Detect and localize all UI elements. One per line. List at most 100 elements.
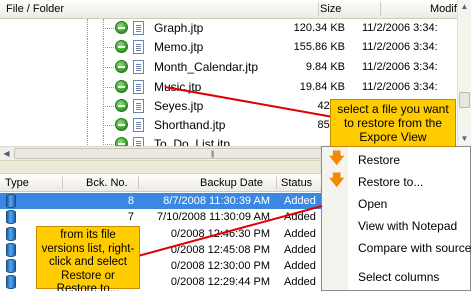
column-type[interactable]: Type <box>5 177 29 189</box>
menu-item-label: Restore to... <box>358 175 424 189</box>
file-icon <box>133 40 144 54</box>
tree-line <box>87 58 88 76</box>
callout-select-file: select a file you want to restore from t… <box>330 99 456 147</box>
version-status-icon <box>115 80 128 93</box>
file-icon <box>133 60 144 74</box>
backup-status: Added <box>284 211 316 223</box>
menu-item-restore[interactable]: 🡇 Restore <box>322 149 471 170</box>
file-name: Memo.jtp <box>154 40 204 54</box>
menu-item-view-with-notepad[interactable]: View with Notepad <box>322 215 471 236</box>
file-size: 120.34 KB <box>293 22 345 34</box>
backup-date: 0/2008 12:30:00 PM <box>170 260 270 272</box>
tree-line <box>87 38 88 56</box>
menu-item-restore-to[interactable]: 🡇 Restore to... <box>322 171 471 192</box>
explorer-vertical-scrollbar[interactable]: ▲ ▼ <box>457 0 471 146</box>
backup-status: Added <box>284 260 316 272</box>
database-icon <box>6 259 16 273</box>
file-row-month-calendar[interactable]: Month_Calendar.jtp 9.84 KB 11/2/2006 3:3… <box>0 58 457 76</box>
tree-line <box>103 106 114 107</box>
version-status-icon <box>115 21 128 34</box>
backup-date: 0/2008 12:45:08 PM <box>170 244 270 256</box>
backup-number: 7 <box>127 211 134 223</box>
file-icon <box>133 118 144 132</box>
file-name: Music.jtp <box>154 80 202 94</box>
menu-item-open[interactable]: Open <box>322 193 471 214</box>
column-divider[interactable] <box>62 176 63 189</box>
column-file-folder[interactable]: File / Folder <box>6 3 64 15</box>
tree-line <box>103 125 114 126</box>
file-modified: 11/2/2006 3:34: <box>362 81 438 93</box>
file-icon <box>133 99 144 113</box>
version-status-icon <box>115 60 128 73</box>
context-menu: 🡇 Restore 🡇 Restore to... Open View with… <box>321 146 471 291</box>
tree-line <box>103 87 114 88</box>
grip-icon: ||| <box>211 151 215 158</box>
database-icon <box>6 243 16 257</box>
version-status-icon <box>115 118 128 131</box>
file-modified: 11/2/2006 3:34: <box>362 22 438 34</box>
file-name: Month_Calendar.jtp <box>154 60 259 74</box>
database-icon <box>6 194 16 208</box>
column-size[interactable]: Size <box>320 3 341 15</box>
menu-item-label: Restore <box>358 153 401 167</box>
backup-date: 8/7/2008 11:30:39 AM <box>163 195 270 207</box>
file-name: Shorthand.jtp <box>154 118 226 132</box>
menu-item-select-columns[interactable]: Select columns <box>322 266 471 287</box>
file-size: 19.84 KB <box>299 81 345 93</box>
file-name: Graph.jtp <box>154 21 204 35</box>
version-row[interactable]: 8 8/7/2008 11:30:39 AM Added <box>0 193 330 209</box>
menu-item-label: View with Notepad <box>358 219 458 233</box>
backup-status: Added <box>284 244 316 256</box>
backup-date: 7/10/2008 11:30:09 AM <box>157 211 270 223</box>
version-row[interactable]: 7 7/10/2008 11:30:09 AM Added <box>0 209 330 225</box>
scroll-up-icon[interactable]: ▲ <box>458 0 471 14</box>
tree-line <box>103 144 114 145</box>
tree-line <box>87 19 88 37</box>
tree-line <box>87 78 88 96</box>
scrollbar-thumb[interactable] <box>459 92 470 108</box>
explorer-column-header: File / Folder Size Modifie <box>0 0 471 19</box>
column-divider[interactable] <box>380 2 381 16</box>
tree-line <box>87 116 88 134</box>
database-icon <box>6 227 16 241</box>
column-divider[interactable] <box>318 2 319 16</box>
file-icon <box>133 21 144 35</box>
arrow-down-icon: 🡇 <box>329 150 345 167</box>
backup-number: 8 <box>127 195 134 207</box>
tree-line <box>103 28 114 29</box>
tree-line <box>103 47 114 48</box>
backup-status: Added <box>284 228 316 240</box>
column-divider[interactable] <box>276 176 277 189</box>
column-bck-no[interactable]: Bck. No. <box>86 177 128 189</box>
backup-date: 0/2008 12:46:30 PM <box>170 228 270 240</box>
column-status[interactable]: Status <box>281 177 312 189</box>
version-status-icon <box>115 40 128 53</box>
column-backup-date[interactable]: Backup Date <box>200 177 263 189</box>
database-icon <box>6 275 16 289</box>
file-size: 155.86 KB <box>293 41 345 53</box>
scroll-left-icon[interactable]: ◀ <box>0 147 13 160</box>
file-modified: 11/2/2006 3:34: <box>362 41 438 53</box>
column-divider[interactable] <box>138 176 139 189</box>
file-row-music[interactable]: Music.jtp 19.84 KB 11/2/2006 3:34: <box>0 78 457 96</box>
database-icon <box>6 210 16 224</box>
backup-date: 0/2008 12:29:44 PM <box>170 276 270 288</box>
scroll-down-icon[interactable]: ▼ <box>458 132 471 146</box>
tree-line <box>103 67 114 68</box>
menu-item-label: Open <box>358 197 388 211</box>
menu-item-label: Compare with source <box>358 241 471 255</box>
file-row-graph[interactable]: Graph.jtp 120.34 KB 11/2/2006 3:34: <box>0 19 457 37</box>
version-status-icon <box>115 99 128 112</box>
menu-item-compare-with-source[interactable]: Compare with source <box>322 237 471 258</box>
backup-status: Added <box>284 276 316 288</box>
file-size: 9.84 KB <box>305 61 345 73</box>
file-row-memo[interactable]: Memo.jtp 155.86 KB 11/2/2006 3:34: <box>0 38 457 56</box>
file-name: Seyes.jtp <box>154 99 204 113</box>
tree-line <box>87 97 88 115</box>
menu-item-label: Select columns <box>358 270 440 284</box>
file-modified: 11/2/2006 3:34: <box>362 61 438 73</box>
arrow-down-icon: 🡇 <box>329 172 345 189</box>
callout-right-click: from its file versions list, right-click… <box>36 226 140 291</box>
file-icon <box>133 80 144 94</box>
backup-status: Added <box>284 195 316 207</box>
